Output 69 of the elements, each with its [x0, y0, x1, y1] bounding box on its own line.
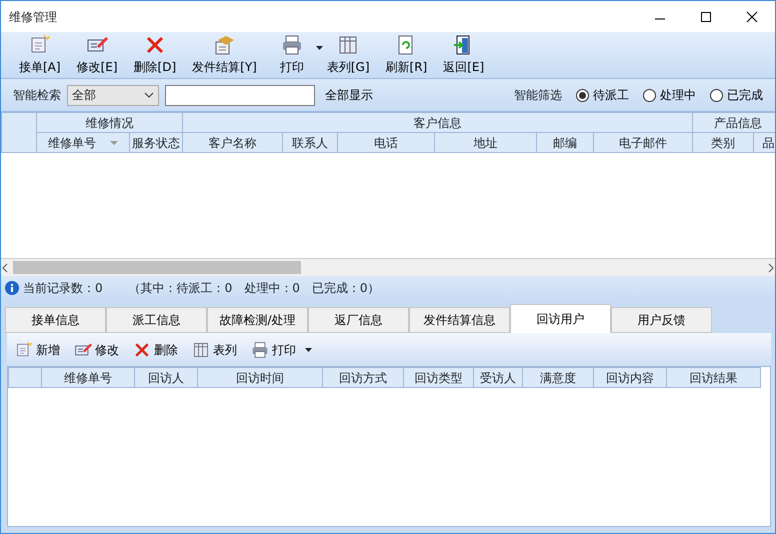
- column-header[interactable]: 电话: [338, 132, 434, 152]
- status-detail: （其中：待派工：0 处理中：0 已完成：0）: [128, 280, 380, 297]
- printer-icon: [280, 34, 303, 56]
- toolbar-button[interactable]: 发件结算[Y]: [184, 32, 265, 78]
- column-header[interactable]: 回访类型: [404, 368, 474, 388]
- toolbar-button[interactable]: 修改[E]: [68, 32, 126, 78]
- column-header[interactable]: 回访结果: [666, 368, 760, 388]
- column-header[interactable]: 品: [754, 132, 775, 152]
- document-icon: [213, 34, 236, 56]
- scrollbar-thumb[interactable]: [13, 261, 301, 274]
- columns-icon: [337, 34, 360, 56]
- column-header[interactable]: 服务状态: [130, 132, 182, 152]
- toolbar-button[interactable]: 打印: [247, 338, 316, 360]
- toolbar-button[interactable]: 新增: [11, 338, 64, 360]
- column-header[interactable]: 回访时间: [198, 368, 322, 388]
- tab[interactable]: 发件结算信息: [409, 307, 510, 333]
- printer-icon: [251, 340, 269, 358]
- scope-dropdown[interactable]: 全部: [67, 84, 159, 106]
- search-label: 智能检索: [13, 87, 61, 104]
- toolbar-button[interactable]: 表列[G]: [318, 32, 378, 78]
- column-group-header: 产品信息: [692, 112, 775, 132]
- close-icon[interactable]: [746, 10, 758, 22]
- column-header[interactable]: 电子邮件: [594, 132, 693, 152]
- column-group-header: 维修情况: [36, 112, 182, 132]
- window-title: 维修管理: [8, 8, 58, 26]
- delete-icon: [133, 340, 151, 358]
- scroll-left-icon: [1, 262, 9, 272]
- column-header[interactable]: 回访人: [134, 368, 198, 388]
- toolbar-button[interactable]: 接单[A]: [11, 32, 69, 78]
- info-icon: [5, 281, 19, 295]
- filter-radio[interactable]: 处理中: [643, 86, 696, 104]
- sort-icon: [110, 141, 118, 146]
- column-header[interactable]: 地址: [434, 132, 536, 152]
- tab[interactable]: 故障检测/处理: [207, 307, 308, 333]
- tab[interactable]: 返厂信息: [308, 307, 409, 333]
- column-header[interactable]: 邮编: [536, 132, 594, 152]
- edit-icon: [74, 340, 92, 358]
- maximize-icon[interactable]: [700, 10, 712, 22]
- toolbar-button[interactable]: 删除[D]: [126, 32, 184, 78]
- toolbar-button[interactable]: 表列: [188, 338, 241, 360]
- column-header[interactable]: 维修单号: [42, 368, 134, 388]
- chevron-icon: [144, 92, 154, 98]
- column-header[interactable]: 联系人: [282, 132, 338, 152]
- scroll-right-icon: [767, 262, 775, 272]
- column-header[interactable]: 受访人: [474, 368, 522, 388]
- tab[interactable]: 派工信息: [106, 307, 207, 333]
- tab[interactable]: 用户反馈: [611, 307, 712, 333]
- show-all-button[interactable]: 全部显示: [321, 84, 377, 106]
- column-header[interactable]: 回访方式: [322, 368, 404, 388]
- toolbar-button[interactable]: 打印: [264, 32, 319, 78]
- column-header[interactable]: 满意度: [522, 368, 594, 388]
- toolbar-button[interactable]: 修改: [70, 338, 123, 360]
- toolbar-button[interactable]: 返回[E]: [435, 32, 492, 78]
- filter-radio[interactable]: 待派工: [576, 86, 629, 104]
- toolbar-button[interactable]: 删除: [129, 338, 182, 360]
- column-header[interactable]: 回访内容: [594, 368, 666, 388]
- column-group-header: 客户信息: [182, 112, 693, 132]
- filter-radio[interactable]: 已完成: [710, 86, 763, 104]
- document-icon: [15, 340, 33, 358]
- tab[interactable]: 回访用户: [510, 304, 611, 333]
- tab[interactable]: 接单信息: [5, 307, 106, 333]
- filter-label: 智能筛选: [514, 87, 562, 104]
- record-count: 当前记录数：0: [23, 280, 103, 297]
- column-header[interactable]: 维修单号: [36, 132, 130, 152]
- toolbar-button[interactable]: 刷新[R]: [378, 32, 436, 78]
- column-header[interactable]: 类别: [692, 132, 754, 152]
- column-header[interactable]: 客户名称: [182, 132, 282, 152]
- columns-icon: [192, 340, 210, 358]
- search-field[interactable]: [165, 84, 315, 106]
